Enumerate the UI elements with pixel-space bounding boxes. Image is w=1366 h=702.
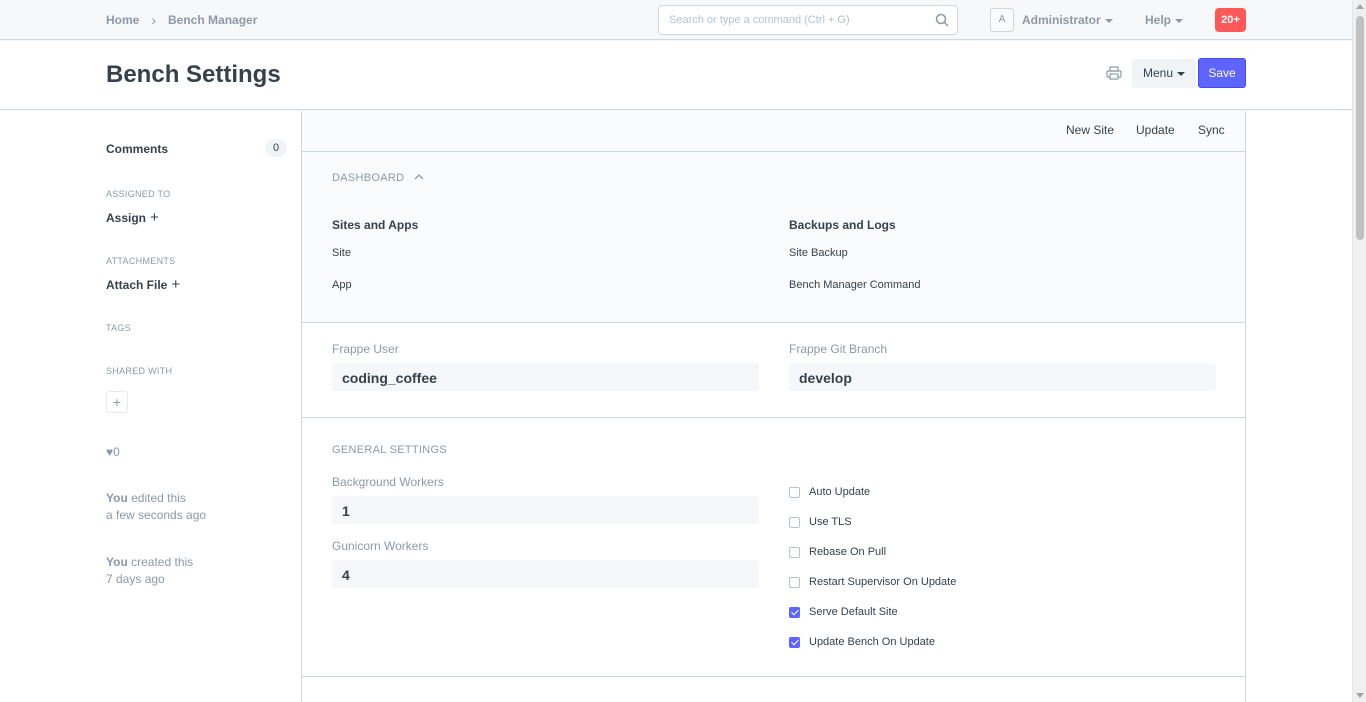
checkbox-box[interactable]: [789, 606, 800, 618]
shared-with-label: SHARED WITH: [106, 366, 173, 376]
attach-label: Attach File: [106, 278, 168, 292]
comments-count: 0: [265, 139, 287, 157]
checkbox-box[interactable]: [789, 486, 800, 498]
checkbox-label: Restart Supervisor On Update: [809, 576, 957, 588]
add-share-button[interactable]: +: [106, 391, 128, 413]
gunicorn-workers-field[interactable]: 4: [332, 560, 759, 588]
search-icon[interactable]: [935, 13, 949, 27]
chevron-right-icon: ›: [151, 12, 157, 28]
activity-who: You: [106, 555, 128, 569]
page-title: Bench Settings: [106, 61, 281, 88]
frappe-git-branch-field[interactable]: develop: [789, 363, 1216, 391]
navbar: Home › Bench Manager Search or type a co…: [0, 0, 1352, 40]
assigned-to-label: ASSIGNED TO: [106, 189, 171, 199]
site-backup-link[interactable]: Site Backup: [789, 247, 848, 259]
likes[interactable]: ♥0: [106, 445, 120, 459]
caret-down-icon: [1104, 18, 1113, 23]
dashboard-section: DASHBOARD Sites and Apps Site App Backup…: [302, 152, 1245, 323]
checkbox-box[interactable]: [789, 546, 800, 558]
background-workers-field[interactable]: 1: [332, 496, 759, 524]
assign-label: Assign: [106, 211, 147, 225]
scrollbar-thumb[interactable]: [1356, 16, 1364, 240]
checkbox-label: Use TLS: [809, 516, 852, 528]
use-tls-checkbox[interactable]: Use TLS: [789, 516, 852, 528]
checkbox-box[interactable]: [789, 576, 800, 588]
general-settings-heading: GENERAL SETTINGS: [332, 444, 448, 456]
breadcrumb-bench-manager[interactable]: Bench Manager: [168, 13, 257, 27]
form-toolbar: New Site Update Sync: [302, 111, 1245, 152]
new-site-button[interactable]: New Site: [1066, 123, 1114, 137]
checkbox-label: Rebase On Pull: [809, 546, 887, 558]
activity-item: You created this 7 days ago: [106, 554, 193, 588]
checkbox-label: Update Bench On Update: [809, 636, 935, 648]
site-link[interactable]: Site: [332, 247, 351, 259]
checkbox-label: Serve Default Site: [809, 606, 898, 618]
update-button[interactable]: Update: [1136, 123, 1175, 137]
frappe-user-label: Frappe User: [332, 342, 399, 356]
gunicorn-workers-label: Gunicorn Workers: [332, 539, 429, 553]
help-label: Help: [1145, 13, 1172, 27]
likes-count: 0: [113, 445, 120, 459]
search-placeholder: Search or type a command (Ctrl + G): [669, 14, 850, 26]
activity-action: created this: [131, 555, 194, 569]
activity-action: edited this: [131, 491, 186, 505]
sync-button[interactable]: Sync: [1198, 123, 1225, 137]
comments-link[interactable]: Comments: [106, 142, 168, 156]
checkbox-label: Auto Update: [809, 486, 871, 498]
backups-and-logs-title: Backups and Logs: [789, 218, 896, 232]
assign-button[interactable]: Assign +: [106, 209, 159, 226]
rebase-on-pull-checkbox[interactable]: Rebase On Pull: [789, 546, 886, 558]
scroll-up-arrow-icon[interactable]: [1356, 4, 1364, 9]
attachments-label: ATTACHMENTS: [106, 256, 176, 266]
tags-label[interactable]: TAGS: [106, 323, 131, 333]
user-name: Administrator: [1022, 13, 1101, 27]
activity-time: a few seconds ago: [106, 508, 207, 522]
plus-icon: +: [150, 209, 159, 226]
bench-manager-command-link[interactable]: Bench Manager Command: [789, 279, 920, 291]
frappe-user-field[interactable]: coding_coffee: [332, 363, 759, 391]
form-layout: New Site Update Sync DASHBOARD Sites and…: [301, 111, 1246, 702]
frappe-git-branch-label: Frappe Git Branch: [789, 342, 888, 356]
plus-icon: +: [171, 276, 181, 293]
activity-item: You edited this a few seconds ago: [106, 490, 206, 524]
notifications-badge[interactable]: 20+: [1215, 8, 1246, 32]
print-icon[interactable]: [1106, 66, 1122, 80]
dashboard-toggle[interactable]: DASHBOARD: [332, 172, 424, 184]
checkbox-box[interactable]: [789, 516, 800, 528]
app-link[interactable]: App: [332, 279, 352, 291]
breadcrumb: Home › Bench Manager: [106, 12, 257, 28]
activity-time: 7 days ago: [106, 572, 165, 586]
avatar[interactable]: A: [990, 8, 1014, 32]
caret-down-icon: [1177, 71, 1186, 76]
caret-down-icon: [1175, 18, 1184, 23]
page-head: Bench Settings Menu Save: [0, 41, 1352, 110]
update-bench-on-update-checkbox[interactable]: Update Bench On Update: [789, 636, 935, 648]
search-input[interactable]: Search or type a command (Ctrl + G): [658, 5, 958, 35]
breadcrumb-home[interactable]: Home: [106, 13, 139, 27]
auto-update-checkbox[interactable]: Auto Update: [789, 486, 870, 498]
activity-who: You: [106, 491, 128, 505]
background-workers-label: Background Workers: [332, 475, 444, 489]
serve-default-site-checkbox[interactable]: Serve Default Site: [789, 606, 898, 618]
menu-button[interactable]: Menu: [1132, 59, 1197, 88]
section-divider: [302, 676, 1245, 677]
scroll-down-arrow-icon[interactable]: [1356, 693, 1364, 698]
help-menu[interactable]: Help: [1145, 13, 1184, 27]
user-menu[interactable]: Administrator: [1022, 13, 1113, 27]
checkbox-box[interactable]: [789, 636, 800, 648]
save-button[interactable]: Save: [1198, 58, 1246, 88]
sites-and-apps-title: Sites and Apps: [332, 218, 419, 232]
dashboard-heading: DASHBOARD: [332, 172, 405, 184]
chevron-up-icon: [414, 174, 424, 180]
restart-supervisor-on-update-checkbox[interactable]: Restart Supervisor On Update: [789, 576, 956, 588]
attach-file-button[interactable]: Attach File +: [106, 276, 180, 293]
page-scrollbar[interactable]: [1352, 0, 1366, 702]
menu-label: Menu: [1143, 66, 1174, 80]
section-divider: [302, 417, 1245, 418]
